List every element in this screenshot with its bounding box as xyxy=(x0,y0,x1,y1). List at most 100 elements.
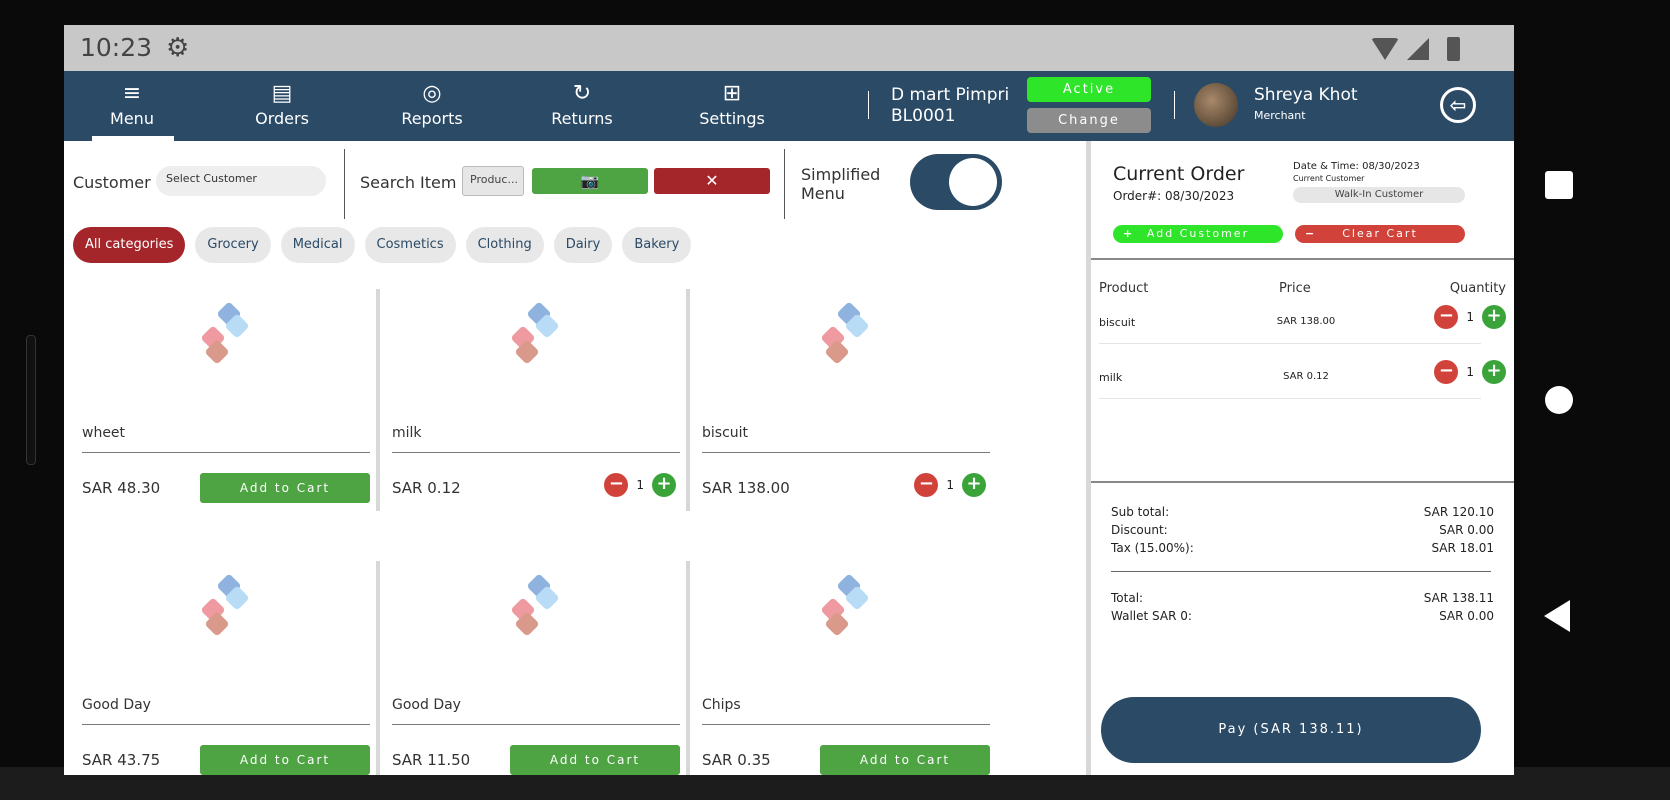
column-quantity: Quantity xyxy=(1449,281,1506,296)
add-to-cart-button[interactable]: Add to Cart xyxy=(510,745,680,775)
product-name: biscuit xyxy=(702,425,749,441)
card-separator xyxy=(376,561,380,775)
wallet-value: SAR 0.00 xyxy=(1439,609,1494,623)
logout-icon[interactable]: ⇦ xyxy=(1440,87,1476,123)
camera-icon: 📷 xyxy=(580,172,600,190)
android-nav-bar xyxy=(1520,0,1600,800)
decrease-quantity-button[interactable]: − xyxy=(1434,360,1459,384)
customer-select[interactable]: Select Customer xyxy=(156,166,326,196)
product-card[interactable]: Good Day SAR 43.75 Add to Cart xyxy=(74,561,380,775)
decrease-quantity-button[interactable]: − xyxy=(1434,305,1459,329)
product-card[interactable]: wheet SAR 48.30 Add to Cart xyxy=(74,289,380,511)
store-name: D mart Pimpri xyxy=(891,85,1010,105)
column-product: Product xyxy=(1099,281,1149,296)
total-label: Total: xyxy=(1111,591,1144,605)
nav-reports[interactable]: ◎ Reports xyxy=(372,71,492,141)
nav-returns[interactable]: ↻ Returns xyxy=(522,71,642,141)
user-role: Merchant xyxy=(1254,109,1306,122)
category-bakery[interactable]: Bakery xyxy=(622,227,692,263)
category-grocery[interactable]: Grocery xyxy=(195,227,271,263)
refresh-icon: ↻ xyxy=(572,81,592,106)
pay-button[interactable]: Pay (SAR 138.11) xyxy=(1101,697,1481,763)
cart-item-name: milk xyxy=(1099,371,1123,384)
status-icons xyxy=(1371,37,1460,61)
menu-icon: ≡ xyxy=(122,81,142,106)
change-store-button[interactable]: Change xyxy=(1027,108,1151,133)
add-to-cart-button[interactable]: Add to Cart xyxy=(820,745,990,775)
order-header-divider xyxy=(1091,258,1514,260)
simplified-menu-label: Simplified Menu xyxy=(801,165,881,203)
quantity-stepper: − 1 + xyxy=(1434,305,1506,329)
clear-cart-label: Clear Cart xyxy=(1342,227,1418,240)
subtotal-value: SAR 120.10 xyxy=(1423,505,1494,519)
product-card[interactable]: Good Day SAR 11.50 Add to Cart xyxy=(384,561,690,775)
increase-quantity-button[interactable]: + xyxy=(1482,305,1506,329)
cart-row-divider xyxy=(1099,398,1481,399)
cart-item-price: SAR 0.12 xyxy=(1283,371,1329,382)
decrease-quantity-button[interactable]: − xyxy=(604,473,629,497)
quantity-stepper: − 1 + xyxy=(1434,360,1506,384)
product-name: milk xyxy=(392,425,422,441)
increase-quantity-button[interactable]: + xyxy=(962,473,986,497)
product-price: SAR 0.35 xyxy=(702,751,771,769)
nav-orders-label: Orders xyxy=(255,109,309,128)
card-divider xyxy=(392,724,680,725)
increase-quantity-button[interactable]: + xyxy=(652,473,676,497)
category-medical[interactable]: Medical xyxy=(280,227,355,263)
total-value: SAR 138.11 xyxy=(1423,591,1494,605)
discount-label: Discount: xyxy=(1111,523,1168,537)
product-price: SAR 11.50 xyxy=(392,751,471,769)
recents-button[interactable] xyxy=(1545,171,1573,199)
store-info: D mart Pimpri BL0001 xyxy=(891,85,1009,127)
status-time: 10:23 xyxy=(80,33,153,62)
increase-quantity-button[interactable]: + xyxy=(1482,360,1506,384)
quantity-value: 1 xyxy=(636,478,644,492)
order-title: Current Order xyxy=(1113,163,1245,185)
product-price: SAR 43.75 xyxy=(82,751,161,769)
product-card[interactable]: Chips SAR 0.35 Add to Cart xyxy=(694,561,994,775)
category-cosmetics[interactable]: Cosmetics xyxy=(364,227,456,263)
add-to-cart-button[interactable]: Add to Cart xyxy=(200,745,370,775)
scan-camera-button[interactable]: 📷 xyxy=(532,168,648,194)
product-card[interactable]: biscuit SAR 138.00 − 1 + xyxy=(694,289,994,511)
product-name: wheet xyxy=(82,425,126,441)
clear-cart-button[interactable]: − Clear Cart xyxy=(1295,225,1465,243)
coins-icon: ◎ xyxy=(422,81,442,106)
product-logo-icon xyxy=(201,302,249,364)
close-icon: ✕ xyxy=(705,171,719,190)
card-separator xyxy=(686,561,690,775)
product-name: Chips xyxy=(702,697,741,713)
tax-value: SAR 18.01 xyxy=(1431,541,1494,555)
summary-divider xyxy=(1091,481,1514,483)
product-logo-icon xyxy=(821,302,869,364)
nav-orders[interactable]: ▤ Orders xyxy=(222,71,342,141)
nav-menu-label: Menu xyxy=(110,109,154,128)
category-dairy[interactable]: Dairy xyxy=(553,227,613,263)
nav-settings[interactable]: ⊞ Settings xyxy=(672,71,792,141)
decrease-quantity-button[interactable]: − xyxy=(914,473,939,497)
add-customer-button[interactable]: + Add Customer xyxy=(1113,225,1283,243)
category-clothing[interactable]: Clothing xyxy=(465,227,544,263)
category-all[interactable]: All categories xyxy=(73,227,186,263)
product-card[interactable]: milk SAR 0.12 − 1 + xyxy=(384,289,690,511)
current-order-panel: Current Order Order#: 08/30/2023 Date & … xyxy=(1086,141,1514,775)
card-separator xyxy=(686,289,690,511)
active-status-button[interactable]: Active xyxy=(1027,77,1151,102)
filter-divider xyxy=(344,149,345,219)
store-code: BL0001 xyxy=(891,106,956,126)
back-button[interactable] xyxy=(1544,600,1570,632)
nav-menu[interactable]: ≡ Menu xyxy=(72,71,192,141)
search-input[interactable]: Produc... xyxy=(462,166,524,196)
card-divider xyxy=(82,452,370,453)
cart-item-price: SAR 138.00 xyxy=(1276,316,1336,327)
home-button[interactable] xyxy=(1545,386,1573,414)
clear-search-button[interactable]: ✕ xyxy=(654,168,770,194)
product-logo-icon xyxy=(511,302,559,364)
add-to-cart-button[interactable]: Add to Cart xyxy=(200,473,370,503)
avatar[interactable] xyxy=(1194,83,1238,127)
gear-icon: ⚙ xyxy=(166,33,190,63)
column-price: Price xyxy=(1279,281,1311,296)
menu-panel: Customer Select Customer Search Item Pro… xyxy=(64,141,1086,775)
current-customer-label: Current Customer xyxy=(1293,174,1365,183)
simplified-menu-toggle[interactable] xyxy=(910,154,1002,210)
